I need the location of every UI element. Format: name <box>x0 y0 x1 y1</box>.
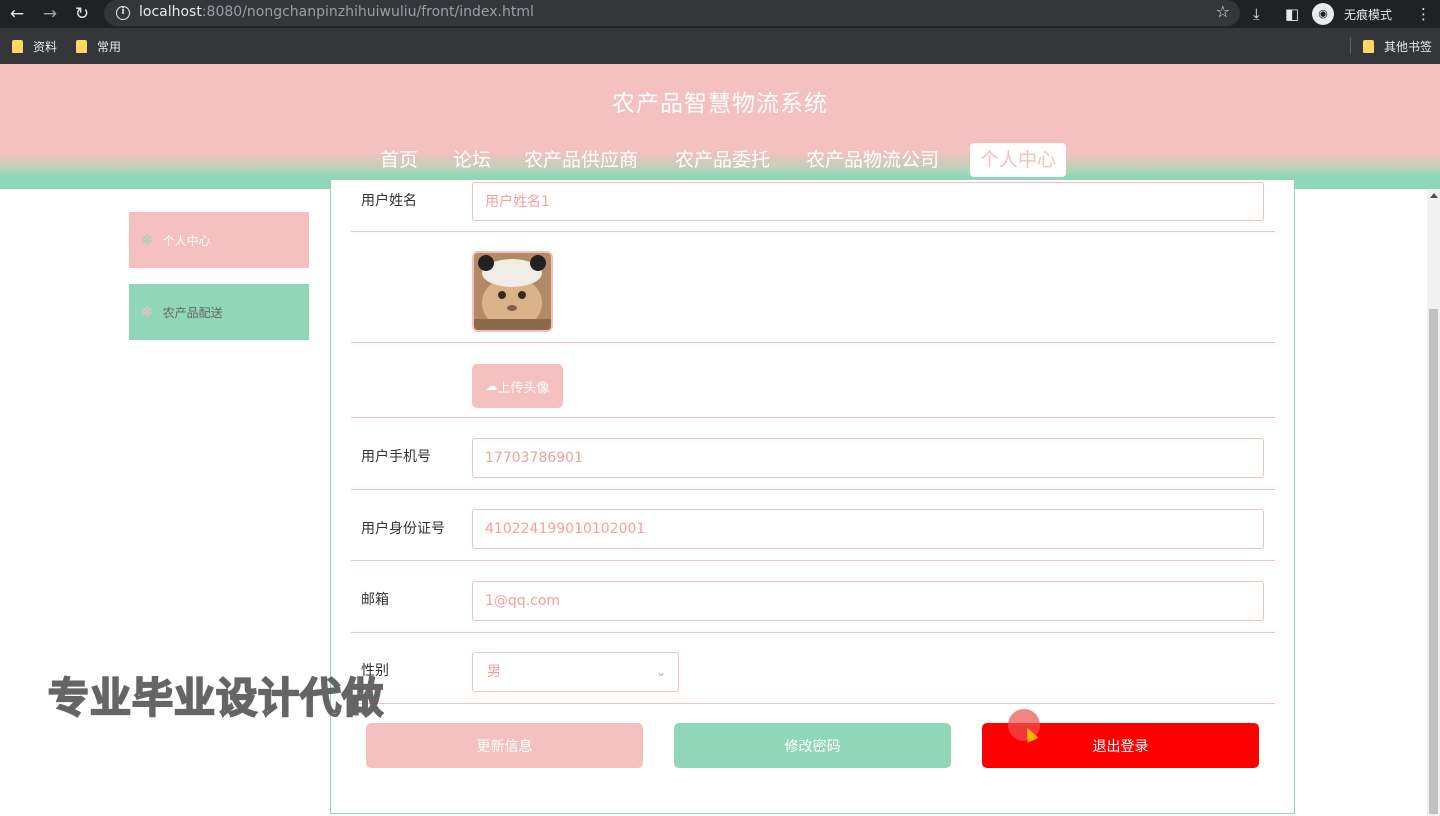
browser-tab-strip: ← → ↻ i localhost:8080/nongchanpinzhihui… <box>0 0 1440 28</box>
scrollbar-thumb[interactable] <box>1429 309 1438 814</box>
row-divider <box>351 231 1275 232</box>
name-input[interactable]: 用户姓名1 <box>472 182 1264 221</box>
bookmark-folder-ziliao[interactable]: 资料 <box>12 37 57 55</box>
nav-forum[interactable]: 论坛 <box>453 143 491 177</box>
snowflake-icon: ❄ <box>141 303 154 321</box>
nav-entrust[interactable]: 农产品委托 <box>675 143 770 177</box>
phone-input[interactable]: 17703786901 <box>472 438 1264 478</box>
bookmark-folder-changyong[interactable]: 常用 <box>76 37 121 55</box>
change-password-button[interactable]: 修改密码 <box>674 723 951 768</box>
nav-supplier[interactable]: 农产品供应商 <box>524 143 638 177</box>
update-info-button[interactable]: 更新信息 <box>366 723 643 768</box>
site-info-icon[interactable]: i <box>116 6 130 20</box>
address-bar[interactable]: i localhost:8080/nongchanpinzhihuiwuliu/… <box>104 0 1240 26</box>
row-divider <box>351 632 1275 633</box>
scroll-up-arrow-icon[interactable] <box>1430 193 1438 198</box>
incognito-indicator[interactable]: ◉ 无痕模式 <box>1312 2 1392 26</box>
incognito-label: 无痕模式 <box>1344 7 1393 22</box>
row-divider <box>351 703 1275 704</box>
name-label: 用户姓名 <box>361 193 417 209</box>
reload-icon[interactable]: ↻ <box>71 3 93 25</box>
bookmark-label: 资料 <box>33 39 58 54</box>
gender-value: 男 <box>487 664 501 680</box>
nav-home[interactable]: 首页 <box>380 143 418 177</box>
email-input[interactable]: 1@qq.com <box>472 581 1264 621</box>
main-nav: 首页 论坛 农产品供应商 农产品委托 农产品物流公司 个人中心 <box>0 143 1440 177</box>
gender-select[interactable]: 男 ⌄ <box>472 652 679 692</box>
back-arrow-icon[interactable]: ← <box>6 3 28 25</box>
row-divider <box>351 342 1275 343</box>
sidebar-item-label: 个人中心 <box>162 233 211 248</box>
folder-icon <box>76 39 87 53</box>
avatar-image <box>472 251 553 332</box>
bookmark-star-icon[interactable]: ☆ <box>1216 2 1230 21</box>
phone-label: 用户手机号 <box>361 449 431 465</box>
menu-kebab-icon[interactable]: ⋮ <box>1416 3 1431 25</box>
row-divider <box>351 417 1275 418</box>
bookmarks-bar <box>0 28 1440 64</box>
cloud-upload-icon: ☁ <box>485 379 498 393</box>
site-title: 农产品智慧物流系统 <box>612 91 828 117</box>
row-divider <box>351 560 1275 561</box>
idcard-label: 用户身份证号 <box>361 521 445 537</box>
email-label: 邮箱 <box>361 592 389 608</box>
upload-avatar-button[interactable]: ☁ 上传头像 <box>472 364 563 408</box>
forward-arrow-icon[interactable]: → <box>39 3 61 25</box>
site-header: 农产品智慧物流系统 首页 论坛 农产品供应商 农产品委托 农产品物流公司 个人中… <box>0 64 1440 189</box>
row-divider <box>351 489 1275 490</box>
chevron-down-icon: ⌄ <box>655 665 666 679</box>
idcard-input[interactable]: 410224199010102001 <box>472 509 1264 549</box>
nav-personal-center[interactable]: 个人中心 <box>970 143 1067 177</box>
watermark-text: 专业毕业设计代做 <box>47 673 384 723</box>
upload-avatar-label: 上传头像 <box>497 380 550 396</box>
bookmark-label: 常用 <box>97 39 122 54</box>
folder-icon <box>12 39 23 53</box>
download-icon[interactable]: ⤓ <box>1253 3 1260 25</box>
url-text: localhost:8080/nongchanpinzhihuiwuliu/fr… <box>139 4 534 20</box>
sidebar-item-delivery[interactable]: ❄ 农产品配送 <box>129 284 309 340</box>
side-panel-icon[interactable]: ◧ <box>1285 3 1299 25</box>
sidebar-item-label: 农产品配送 <box>162 305 223 320</box>
profile-form-panel: 用户姓名 用户姓名1 ☁ 上传头像 用户手机号 17703786901 用户身份… <box>330 180 1295 814</box>
bookmark-separator <box>1350 38 1351 54</box>
snowflake-icon: ❄ <box>141 231 154 249</box>
incognito-icon: ◉ <box>1312 3 1334 25</box>
sidebar-item-personal-center[interactable]: ❄ 个人中心 <box>129 212 309 268</box>
bookmark-label: 其他书签 <box>1384 39 1433 54</box>
page-scrollbar[interactable] <box>1427 189 1440 816</box>
other-bookmarks[interactable]: 其他书签 <box>1363 37 1432 55</box>
folder-icon <box>1363 39 1374 53</box>
nav-logistics-company[interactable]: 农产品物流公司 <box>806 143 939 177</box>
